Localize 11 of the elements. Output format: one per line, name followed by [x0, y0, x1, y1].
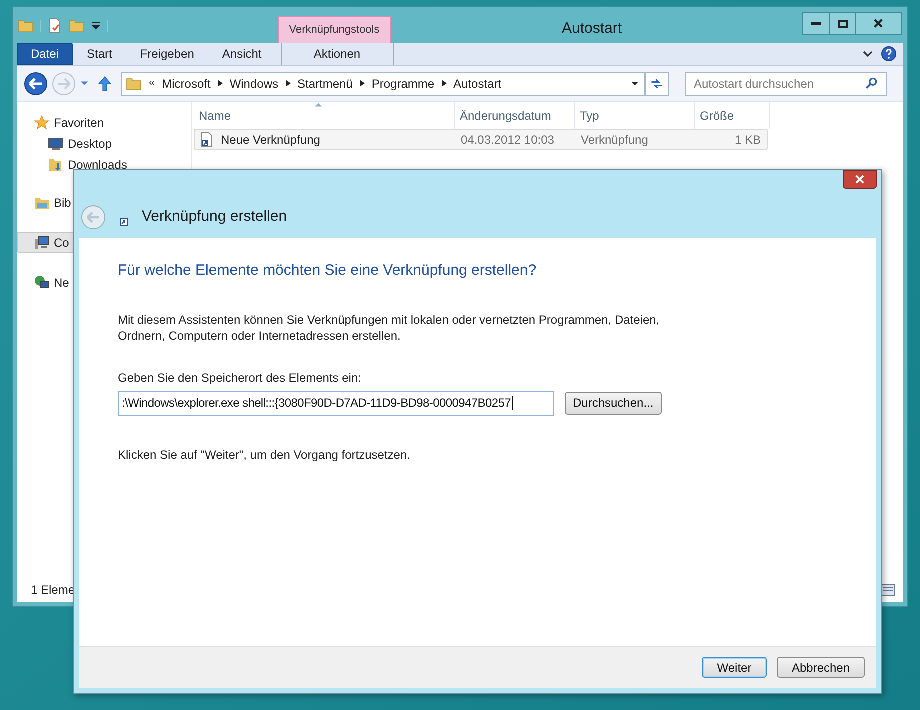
hint-text: Klicken Sie auf "Weiter", um den Vorgang fortzusetzen.	[118, 446, 412, 464]
dialog-heading: Für welche Elemente möchten Sie eine Verknüpfung erstellen?	[118, 261, 538, 281]
contextual-tab-group: Verknüpfungstools	[278, 16, 391, 43]
file-size: 1 KB	[734, 132, 762, 148]
window-title: Autostart	[562, 19, 622, 39]
description-text: Mit diesem Assistenten können Sie Verknüpfungen mit lokalen oder vernetzten Programmen, Dateien, Ordnern, Computern oder Internetadressen erstellen.	[118, 312, 661, 344]
file-type: Verknüpfung	[580, 132, 650, 148]
file-name: Neue Verknüpfung	[221, 132, 320, 148]
dialog-title: Verknüpfung erstellen	[142, 207, 288, 228]
modified-date: 04.03.2012 10:03	[460, 132, 556, 148]
location-label: Geben Sie den Speicherort des Elements ein:	[118, 370, 362, 386]
